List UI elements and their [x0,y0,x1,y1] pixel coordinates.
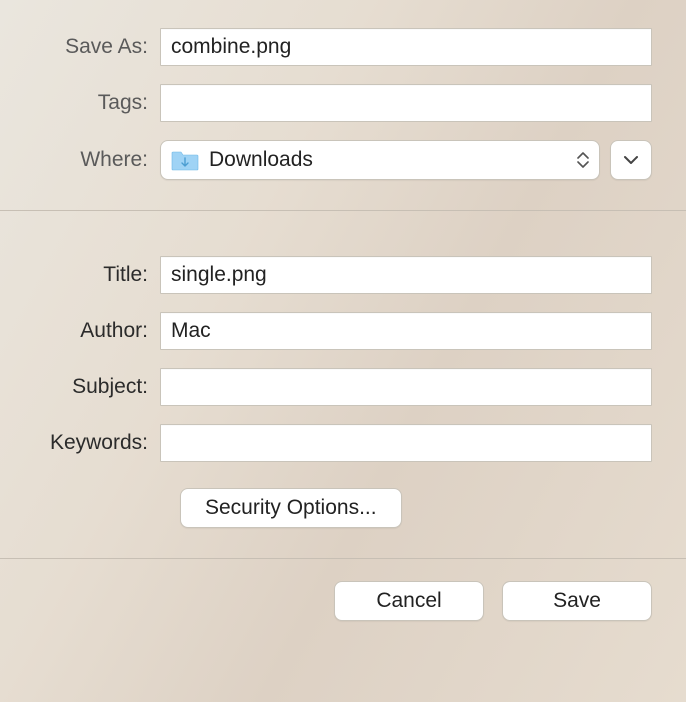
expand-button[interactable] [610,140,652,180]
security-options-button[interactable]: Security Options... [180,488,402,528]
title-input[interactable] [160,256,652,294]
author-label: Author: [0,319,160,343]
author-input[interactable] [160,312,652,350]
keywords-row: Keywords: [0,424,652,462]
save-panel-top: Save As: Tags: Where: Downloads [0,0,686,210]
where-value: Downloads [209,148,567,172]
metadata-panel: Title: Author: Subject: Keywords: Securi… [0,210,686,558]
updown-icon [577,152,589,168]
save-as-row: Save As: [0,28,652,66]
subject-row: Subject: [0,368,652,406]
where-select[interactable]: Downloads [160,140,600,180]
subject-input[interactable] [160,368,652,406]
chevron-down-icon [623,155,639,165]
keywords-label: Keywords: [0,431,160,455]
tags-label: Tags: [0,91,160,115]
title-label: Title: [0,263,160,287]
save-button[interactable]: Save [502,581,652,621]
save-as-input[interactable] [160,28,652,66]
dialog-footer: Cancel Save [0,558,686,643]
tags-input[interactable] [160,84,652,122]
subject-label: Subject: [0,375,160,399]
keywords-input[interactable] [160,424,652,462]
save-as-label: Save As: [0,35,160,59]
author-row: Author: [0,312,652,350]
tags-row: Tags: [0,84,652,122]
where-label: Where: [0,148,160,172]
folder-icon [171,149,199,171]
where-row: Where: Downloads [0,140,652,180]
title-row: Title: [0,256,652,294]
cancel-button[interactable]: Cancel [334,581,484,621]
security-options-row: Security Options... [0,488,652,528]
